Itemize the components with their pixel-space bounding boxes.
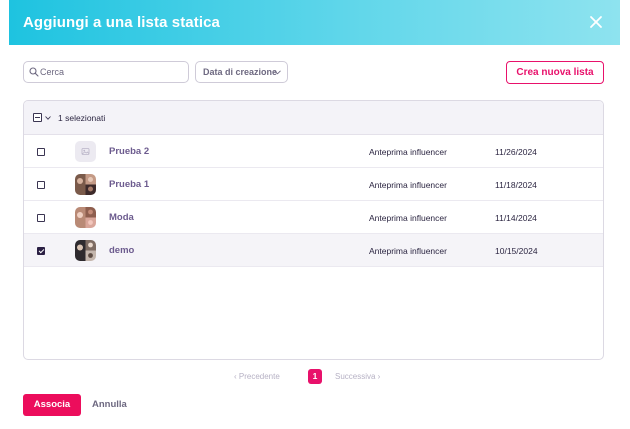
static-list-dialog: Aggiungi a una lista statica Data di cre… bbox=[9, 0, 620, 429]
list-name[interactable]: Prueba 2 bbox=[109, 146, 149, 157]
row-checkbox[interactable] bbox=[37, 214, 45, 222]
cancel-button[interactable]: Annulla bbox=[92, 399, 127, 410]
row-checkbox[interactable] bbox=[37, 181, 45, 189]
list-name[interactable]: Moda bbox=[109, 212, 134, 223]
table-row[interactable]: Moda Anteprima influencer 11/14/2024 bbox=[24, 201, 603, 234]
sort-dropdown[interactable]: Data di creazione bbox=[195, 61, 288, 83]
list-avatar-placeholder bbox=[75, 141, 96, 162]
create-list-button[interactable]: Crea nuova lista bbox=[506, 61, 604, 84]
list-date: 11/14/2024 bbox=[495, 213, 537, 223]
row-checkbox[interactable] bbox=[37, 148, 45, 156]
page-number-current[interactable]: 1 bbox=[308, 369, 322, 384]
associate-button[interactable]: Associa bbox=[23, 394, 81, 416]
table-header: 1 selezionati bbox=[24, 101, 603, 135]
chevron-down-icon[interactable] bbox=[45, 116, 51, 120]
list-name[interactable]: Prueba 1 bbox=[109, 179, 149, 190]
pagination: ‹ Precedente 1 Successiva › bbox=[234, 369, 404, 385]
sort-dropdown-label: Data di creazione bbox=[203, 67, 278, 77]
next-page-button[interactable]: Successiva › bbox=[335, 372, 380, 381]
table-row[interactable]: Prueba 1 Anteprima influencer 11/18/2024 bbox=[24, 168, 603, 201]
bulk-select-checkbox[interactable] bbox=[33, 113, 42, 122]
list-avatar-collage bbox=[75, 174, 96, 195]
table-row[interactable]: demo Anteprima influencer 10/15/2024 bbox=[24, 234, 603, 267]
list-date: 10/15/2024 bbox=[495, 246, 538, 256]
image-placeholder-icon bbox=[81, 148, 90, 155]
list-name[interactable]: demo bbox=[109, 245, 134, 256]
close-icon[interactable] bbox=[586, 12, 606, 32]
chevron-down-icon bbox=[274, 70, 281, 75]
list-avatar-collage bbox=[75, 207, 96, 228]
table-row[interactable]: Prueba 2 Anteprima influencer 11/26/2024 bbox=[24, 135, 603, 168]
dialog-header: Aggiungi a una lista statica bbox=[9, 0, 620, 45]
list-type: Anteprima influencer bbox=[369, 147, 447, 157]
list-type: Anteprima influencer bbox=[369, 246, 447, 256]
list-type: Anteprima influencer bbox=[369, 213, 447, 223]
list-date: 11/18/2024 bbox=[495, 180, 537, 190]
selected-count: 1 selezionati bbox=[58, 113, 106, 123]
list-avatar-collage bbox=[75, 240, 96, 261]
lists-table: 1 selezionati Prueba 2 Anteprima influen… bbox=[23, 100, 604, 360]
search-icon bbox=[29, 67, 39, 77]
row-checkbox[interactable] bbox=[37, 247, 45, 255]
search-box[interactable] bbox=[23, 61, 189, 83]
previous-page-button[interactable]: ‹ Precedente bbox=[234, 372, 280, 381]
list-type: Anteprima influencer bbox=[369, 180, 447, 190]
dialog-title: Aggiungi a una lista statica bbox=[23, 14, 221, 31]
list-date: 11/26/2024 bbox=[495, 147, 537, 157]
search-input[interactable] bbox=[40, 64, 185, 80]
